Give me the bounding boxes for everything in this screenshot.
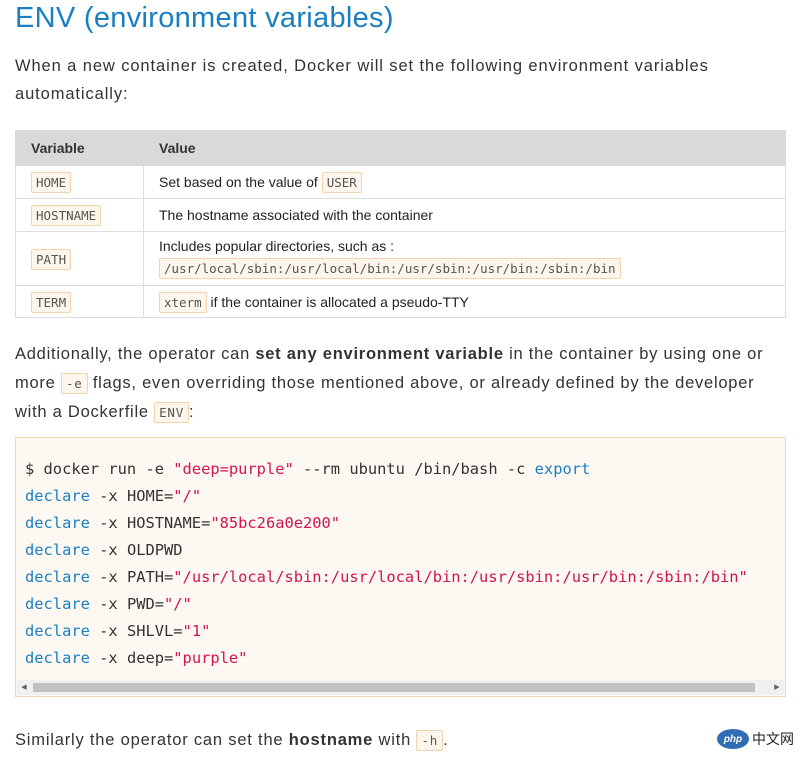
horizontal-scrollbar[interactable]: ◀ ▶ bbox=[17, 680, 784, 695]
similarly-paragraph: Similarly the operator can set the hostn… bbox=[15, 727, 449, 754]
code-line: declare -x PATH="/usr/local/sbin:/usr/lo… bbox=[25, 568, 748, 586]
scroll-left-arrow-icon[interactable]: ◀ bbox=[17, 680, 31, 695]
value-text: Set based on the value of bbox=[159, 174, 318, 190]
code-line: declare -x HOSTNAME="85bc26a0e200" bbox=[25, 514, 341, 532]
text-segment: Additionally, the operator can bbox=[15, 345, 256, 363]
variable-code: PATH bbox=[31, 248, 72, 270]
page-title: ENV (environment variables) bbox=[15, 2, 394, 34]
value-text: if the container is allocated a pseudo-T… bbox=[210, 293, 469, 310]
value-cell: Includes popular directories, such as : /… bbox=[143, 231, 786, 286]
text-segment: flags, even overriding those mentioned a… bbox=[15, 374, 755, 421]
value-cell: Set based on the value of USER bbox=[143, 165, 786, 199]
code-line: declare -x HOME="/" bbox=[25, 487, 202, 505]
value-code: xterm bbox=[159, 291, 207, 313]
site-watermark: php 中文网 bbox=[717, 728, 794, 750]
variable-cell: PATH bbox=[15, 231, 144, 286]
table-row: PATH Includes popular directories, such … bbox=[15, 231, 786, 286]
value-text: The hostname associated with the contain… bbox=[159, 207, 433, 223]
code-line: declare -x OLDPWD bbox=[25, 541, 183, 559]
variable-cell: HOME bbox=[15, 165, 144, 199]
variable-code: HOME bbox=[31, 172, 72, 193]
code-line: declare -x SHLVL="1" bbox=[25, 622, 211, 640]
value-code: /usr/local/sbin:/usr/local/bin:/usr/sbin… bbox=[159, 258, 621, 279]
table-row: HOSTNAME The hostname associated with th… bbox=[15, 198, 786, 232]
inline-code: -h bbox=[416, 730, 444, 751]
scrollbar-thumb[interactable] bbox=[33, 683, 755, 692]
env-table: Variable Value HOME Set based on the val… bbox=[15, 130, 786, 318]
watermark-text: 中文网 bbox=[752, 732, 794, 748]
code-line: declare -x deep="purple" bbox=[25, 649, 248, 667]
bold-text: hostname bbox=[288, 731, 374, 749]
variable-cell: TERM bbox=[15, 285, 144, 318]
code-line: declare -x PWD="/" bbox=[25, 595, 192, 613]
text-segment: with bbox=[373, 731, 417, 749]
scroll-right-arrow-icon[interactable]: ▶ bbox=[770, 680, 784, 695]
text-segment: Similarly the operator can set the bbox=[15, 731, 289, 749]
code-content: $ docker run -e "deep=purple" --rm ubunt… bbox=[25, 456, 748, 672]
inline-code: -e bbox=[60, 373, 88, 394]
value-cell: The hostname associated with the contain… bbox=[143, 198, 786, 232]
variable-cell: HOSTNAME bbox=[15, 198, 144, 232]
table-header-row: Variable Value bbox=[15, 130, 786, 166]
php-logo-icon: php bbox=[717, 729, 749, 749]
value-code: USER bbox=[321, 172, 362, 193]
table-row: HOME Set based on the value of USER bbox=[15, 165, 786, 199]
intro-paragraph: When a new container is created, Docker … bbox=[15, 57, 709, 103]
text-segment: : bbox=[188, 403, 195, 421]
code-line: $ docker run -e "deep=purple" --rm ubunt… bbox=[25, 460, 591, 478]
value-cell: xterm if the container is allocated a ps… bbox=[143, 285, 786, 318]
inline-code: ENV bbox=[154, 402, 189, 423]
additional-paragraph: Additionally, the operator can set any e… bbox=[15, 340, 787, 427]
variable-code: HOSTNAME bbox=[31, 205, 102, 226]
bold-text: set any environment variable bbox=[255, 345, 504, 363]
variable-code: TERM bbox=[31, 291, 72, 313]
table-row: TERM xterm if the container is allocated… bbox=[15, 285, 786, 318]
text-segment: . bbox=[443, 731, 449, 749]
column-header-variable: Variable bbox=[15, 130, 144, 166]
value-text: Includes popular directories, such as : bbox=[159, 238, 395, 254]
code-block: $ docker run -e "deep=purple" --rm ubunt… bbox=[15, 437, 786, 697]
column-header-value: Value bbox=[143, 130, 786, 166]
